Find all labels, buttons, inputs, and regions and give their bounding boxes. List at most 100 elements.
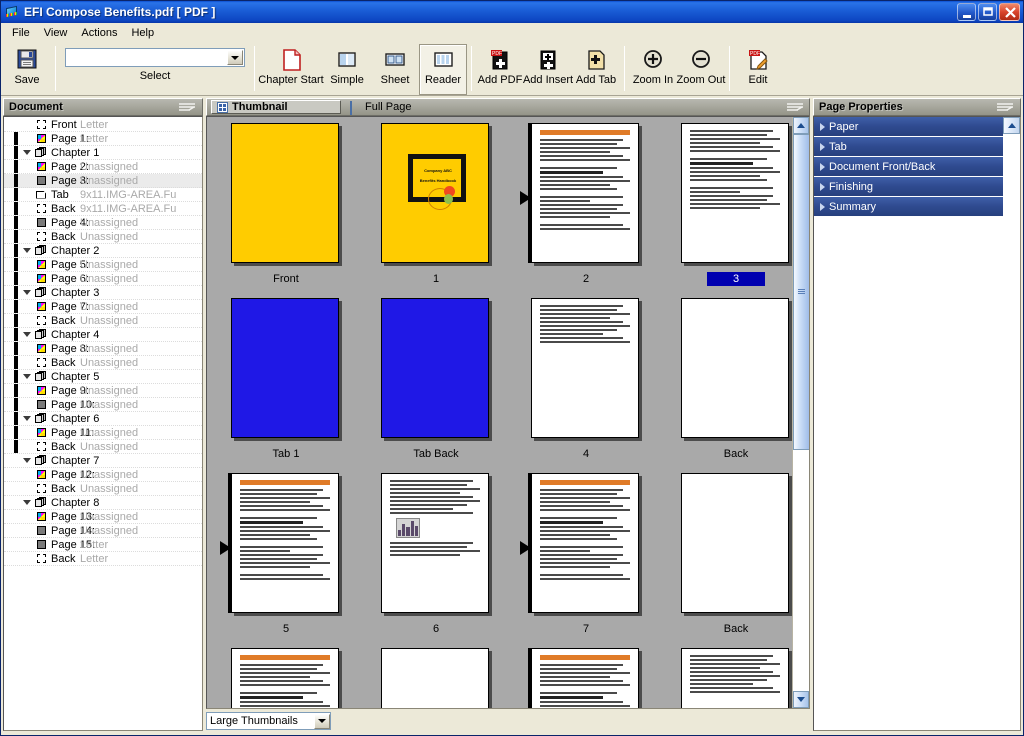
menu-help[interactable]: Help [124, 25, 161, 41]
thumbnail-canvas[interactable]: Front Company ABC Benefits Handbook 1 2 3 Tab … [207, 117, 792, 708]
tree-row-page[interactable]: Page 8: Unassigned [4, 342, 202, 356]
thumbnail-page[interactable] [231, 473, 339, 613]
tab-full-page[interactable]: Full Page [345, 99, 419, 115]
caret-right-icon[interactable] [820, 162, 825, 171]
thumbnail-page[interactable] [381, 648, 489, 708]
thumbnail-page[interactable] [231, 123, 339, 263]
thumbnail-cell[interactable] [361, 648, 511, 708]
tree-row-page[interactable]: Page 4: Unassigned [4, 216, 202, 230]
thumbnail-cell[interactable]: 4 [511, 298, 661, 461]
property-group-row[interactable]: Document Front/Back [814, 157, 1003, 177]
thumbnail-page[interactable] [381, 473, 489, 613]
thumbnail-cell[interactable]: 2 [511, 123, 661, 286]
scroll-up-button[interactable] [793, 117, 809, 134]
scroll-track[interactable] [793, 134, 809, 691]
thumbnail-page[interactable] [531, 648, 639, 708]
thumbnail-cell[interactable]: Back [661, 298, 792, 461]
thumbnail-page[interactable]: Company ABC Benefits Handbook [381, 123, 489, 263]
thumbnail-label[interactable]: Back [716, 622, 756, 636]
caret-down-icon[interactable] [20, 290, 34, 295]
tree-row-page[interactable]: Page 1: Letter [4, 132, 202, 146]
caret-right-icon[interactable] [820, 182, 825, 191]
tree-row-chapter[interactable]: Chapter 6 [4, 412, 202, 426]
tree-row-chapter[interactable]: Chapter 8 [4, 496, 202, 510]
tree-row-page[interactable]: Back Unassigned [4, 440, 202, 454]
scroll-thumb[interactable] [793, 134, 809, 450]
document-tree[interactable]: Front Letter Page 1: Letter Chapter 1 Page 2:… [3, 116, 203, 731]
tree-row-page[interactable]: Page 15: Letter [4, 538, 202, 552]
reader-view-button[interactable]: Reader [419, 44, 467, 95]
thumbnail-label[interactable]: 7 [575, 622, 597, 636]
tree-row-page[interactable]: Page 2: Unassigned [4, 160, 202, 174]
caret-right-icon[interactable] [820, 122, 825, 131]
thumbnail-page[interactable] [531, 473, 639, 613]
thumbnail-cell[interactable]: 7 [511, 473, 661, 636]
tree-row-page[interactable]: Page 5: Unassigned [4, 258, 202, 272]
chapter-start-button[interactable]: Chapter Start [258, 44, 324, 95]
sheet-view-button[interactable]: Sheet [371, 44, 419, 95]
add-tab-button[interactable]: Add Tab [572, 44, 620, 95]
tree-row-page[interactable]: Page 7: Unassigned [4, 300, 202, 314]
select-input[interactable] [65, 48, 245, 67]
tree-row-page[interactable]: Page 11: Unassigned [4, 426, 202, 440]
tree-row-page[interactable]: Back Unassigned [4, 230, 202, 244]
tree-row-chapter[interactable]: Chapter 7 [4, 454, 202, 468]
tree-row-chapter[interactable]: Chapter 1 [4, 146, 202, 160]
tree-row-page[interactable]: Back Unassigned [4, 356, 202, 370]
caret-right-icon[interactable] [820, 202, 825, 211]
thumbnail-label[interactable]: Tab Back [405, 447, 466, 461]
tree-row-page[interactable]: Back Unassigned [4, 482, 202, 496]
property-group-row[interactable]: Tab [814, 137, 1003, 157]
thumbnail-label[interactable]: 4 [575, 447, 597, 461]
chevron-down-icon[interactable] [314, 713, 330, 729]
thumbnail-label[interactable]: 5 [275, 622, 297, 636]
panel-menu-icon[interactable] [785, 101, 807, 113]
tree-row-page[interactable]: Back Letter [4, 552, 202, 566]
caret-down-icon[interactable] [20, 500, 34, 505]
scroll-track[interactable] [1003, 134, 1020, 730]
thumbnail-cell[interactable]: 6 [361, 473, 511, 636]
thumbnail-vertical-scrollbar[interactable] [792, 117, 809, 708]
tree-row-page[interactable]: Front Letter [4, 118, 202, 132]
thumbnail-label[interactable]: Front [265, 272, 307, 286]
thumbnail-page[interactable] [231, 298, 339, 438]
property-group-row[interactable]: Summary [814, 197, 1003, 217]
tree-row-page[interactable]: Tab 9x11.IMG-AREA.Fu [4, 188, 202, 202]
tree-row-page[interactable]: Back 9x11.IMG-AREA.Fu [4, 202, 202, 216]
zoom-out-button[interactable]: Zoom Out [677, 44, 725, 95]
thumbnail-page[interactable] [681, 298, 789, 438]
tree-row-chapter[interactable]: Chapter 2 [4, 244, 202, 258]
caret-down-icon[interactable] [20, 150, 34, 155]
caret-down-icon[interactable] [20, 248, 34, 253]
restore-button[interactable] [978, 3, 997, 21]
scroll-up-button[interactable] [1003, 117, 1020, 134]
tree-row-page[interactable]: Back Unassigned [4, 314, 202, 328]
caret-right-icon[interactable] [820, 142, 825, 151]
thumbnail-cell[interactable]: 5 [211, 473, 361, 636]
thumbnail-cell[interactable] [661, 648, 792, 708]
thumbnail-label[interactable]: 2 [575, 272, 597, 286]
thumbnail-cell[interactable]: Back [661, 473, 792, 636]
thumbnail-page[interactable] [681, 473, 789, 613]
thumbnail-label[interactable]: 1 [425, 272, 447, 286]
tree-row-page[interactable]: Page 14: Unassigned [4, 524, 202, 538]
tab-thumbnail[interactable]: Thumbnail [211, 100, 341, 114]
tree-row-page[interactable]: Page 6: Unassigned [4, 272, 202, 286]
tree-row-chapter[interactable]: Chapter 4 [4, 328, 202, 342]
save-button[interactable]: Save [3, 44, 51, 95]
thumbnail-page[interactable] [531, 123, 639, 263]
minimize-button[interactable] [957, 3, 976, 21]
caret-down-icon[interactable] [20, 374, 34, 379]
menu-file[interactable]: File [5, 25, 37, 41]
property-group-row[interactable]: Finishing [814, 177, 1003, 197]
thumbnail-cell[interactable]: 3 [661, 123, 792, 286]
tree-row-page[interactable]: Page 3: Unassigned [4, 174, 202, 188]
panel-menu-icon[interactable] [177, 101, 199, 113]
thumbnail-cell[interactable] [211, 648, 361, 708]
panel-menu-icon[interactable] [995, 101, 1017, 113]
thumbnail-cell[interactable]: Tab 1 [211, 298, 361, 461]
tree-row-chapter[interactable]: Chapter 5 [4, 370, 202, 384]
add-insert-button[interactable]: Add Insert [523, 44, 573, 95]
simple-view-button[interactable]: Simple [323, 44, 371, 95]
thumbnail-label[interactable]: Back [716, 447, 756, 461]
